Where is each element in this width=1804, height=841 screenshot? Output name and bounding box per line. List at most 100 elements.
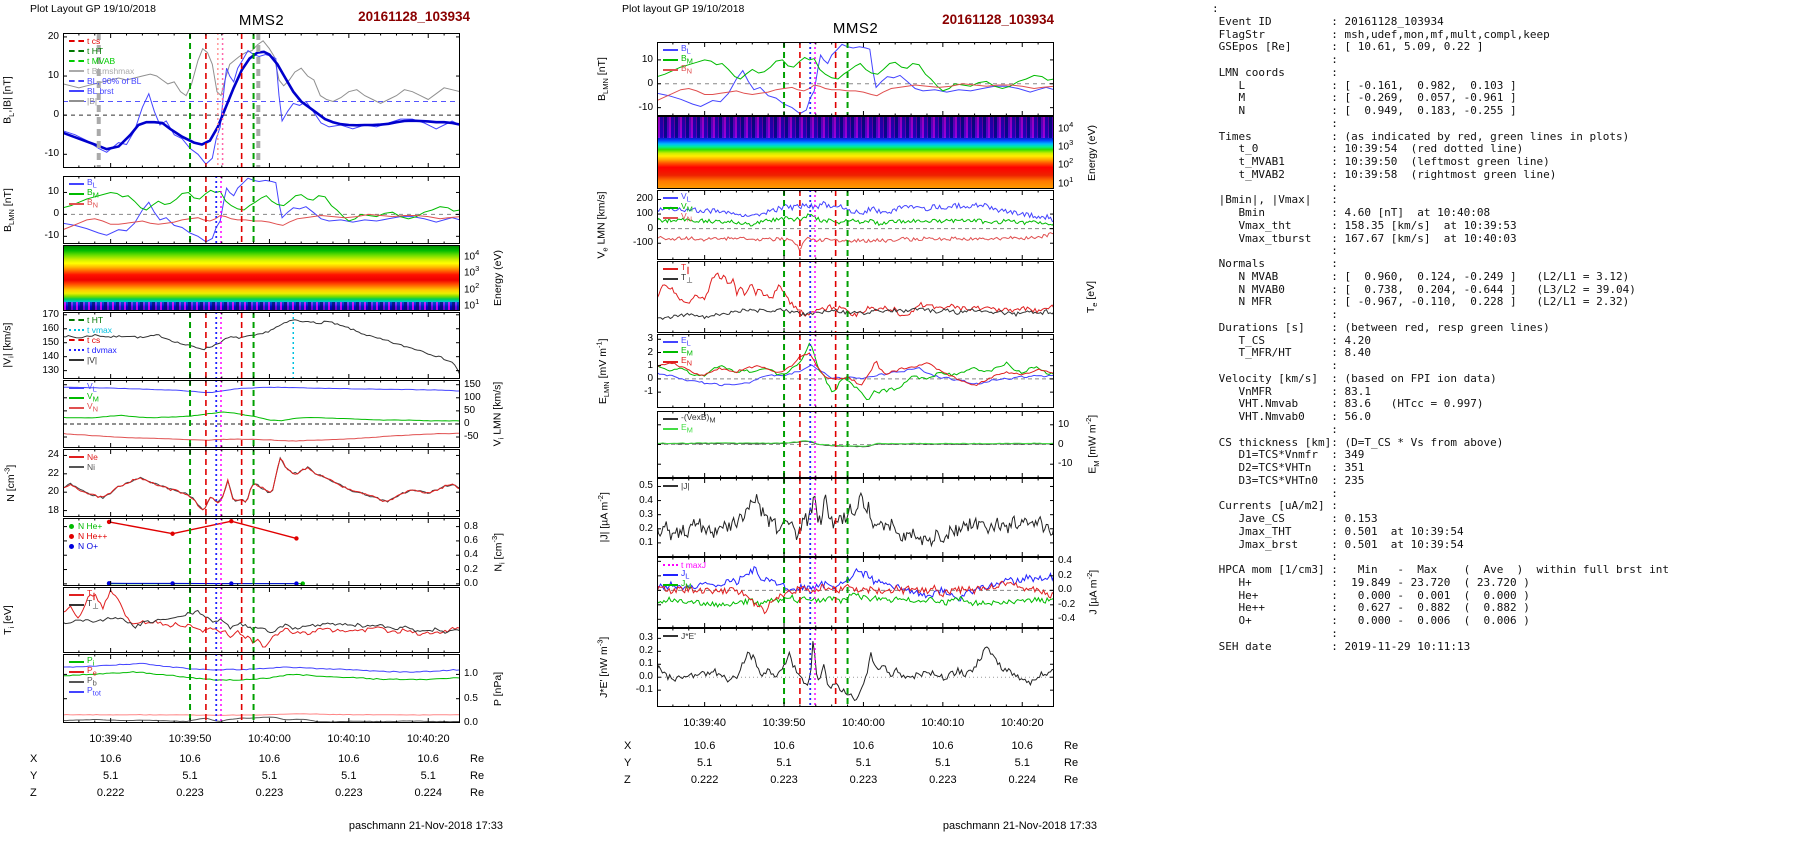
legend-entry: t vmax bbox=[69, 325, 117, 335]
legend-label: T⊥ bbox=[87, 598, 99, 611]
legend-entry: BN bbox=[663, 63, 693, 76]
legend-marker bbox=[69, 543, 74, 549]
legend-line-sample bbox=[663, 59, 678, 61]
legend-entry: T⊥ bbox=[69, 598, 99, 611]
ephemeris-value: 0.223 bbox=[255, 787, 284, 799]
ephemeris-value: 10.6 bbox=[179, 753, 201, 765]
right-axis-label: Ni [cm-3] bbox=[489, 532, 507, 572]
legend-line-sample bbox=[663, 278, 678, 280]
legend-line-sample bbox=[69, 691, 84, 693]
legend: t HT t vmax t cs t dvmax |V| bbox=[69, 315, 117, 365]
ephemeris-unit: Re bbox=[470, 753, 485, 765]
legend-marker bbox=[69, 533, 74, 539]
y-tick-label: 10 bbox=[47, 186, 59, 198]
legend-entry: |V| bbox=[69, 355, 117, 365]
y-axis-label-wrap: Ti [eV] bbox=[1, 587, 17, 653]
legend-line-sample bbox=[69, 60, 84, 62]
y-tick-label: 0 bbox=[647, 222, 653, 234]
legend-entry: t HT bbox=[69, 315, 117, 325]
legend: J*E' bbox=[663, 631, 696, 641]
ephemeris-unit: Re bbox=[470, 787, 485, 799]
y-axis-label-wrap: Ve LMN [km/s] bbox=[595, 190, 611, 260]
legend-label: t dvmax bbox=[87, 345, 117, 355]
y-axis-label: BLMN [nT] bbox=[1, 188, 17, 232]
y-tick-label: 0.1 bbox=[639, 536, 653, 548]
ephemeris-value: 0.222 bbox=[96, 787, 125, 799]
y-tick-label: 0 bbox=[53, 109, 59, 121]
y-tick-label: 0.2 bbox=[639, 645, 653, 657]
ephemeris-value: 10.6 bbox=[99, 753, 122, 765]
ephemeris-unit: Re bbox=[470, 770, 485, 782]
legend: VL VM VN bbox=[663, 191, 693, 224]
ephemeris-unit: Re bbox=[1064, 740, 1079, 752]
ephemeris-value: 10.6 bbox=[258, 753, 281, 765]
legend-label: t vmax bbox=[87, 325, 113, 335]
ephemeris-value: 10.6 bbox=[1011, 740, 1033, 752]
legend-line-sample bbox=[663, 564, 678, 566]
panel-ele-6: -(VexB)M EM bbox=[657, 411, 1054, 478]
ephemeris-value: 0.224 bbox=[1008, 774, 1036, 786]
y-tick-label: 160 bbox=[42, 322, 59, 334]
y-axis-label: ELMN [mV m-1] bbox=[594, 338, 612, 404]
ephemeris-row-label: Y bbox=[624, 757, 632, 769]
right-axis-label-wrap: Vi LMN [km/s] bbox=[490, 380, 506, 448]
legend-entry: N He+ bbox=[69, 521, 107, 531]
legend-line-sample bbox=[69, 681, 84, 683]
legend-line-sample bbox=[663, 428, 678, 430]
ephemeris-row-label: Z bbox=[30, 787, 37, 799]
panel-ion-1: t cs t HT t MVAB t BLmshmax BL, 90% of BL BL … bbox=[63, 33, 460, 168]
y-axis-label-wrap: BLMN [nT] bbox=[1, 176, 17, 244]
ephemeris-value: 0.224 bbox=[414, 787, 442, 799]
time-tick-label: 10:39:40 bbox=[89, 733, 133, 745]
time-tick-label: 10:39:50 bbox=[168, 733, 212, 745]
ephemeris-row-label: Z bbox=[624, 774, 631, 786]
y-axis-label: Ti [eV] bbox=[1, 605, 17, 635]
y-tick-label: 0.3 bbox=[639, 632, 653, 644]
panel-ele-3: VL VM VN bbox=[657, 190, 1054, 260]
y-tick-label: 2 bbox=[647, 346, 653, 358]
legend-label: VN bbox=[87, 401, 99, 414]
ephemeris-value: 10.6 bbox=[852, 740, 875, 752]
legend: t maxJ JL JM bbox=[663, 560, 706, 591]
ephemeris-value: 0.223 bbox=[176, 787, 204, 799]
panel-ele-8: t maxJ JL JM bbox=[657, 557, 1054, 628]
ephemeris-value: 10.6 bbox=[417, 753, 439, 765]
panel-ion-4: t HT t vmax t cs t dvmax |V| bbox=[63, 312, 460, 379]
credit: paschmann 21-Nov-2018 17:33 bbox=[348, 820, 503, 832]
legend-label: |B| bbox=[87, 96, 98, 106]
legend-entry: BL, 90% of BL bbox=[69, 76, 141, 86]
legend-entry: T⊥ bbox=[663, 272, 693, 285]
y-axis-label-wrap: BL,|B| [nT] bbox=[1, 33, 17, 168]
y-axis-label-wrap: BLMN [nT] bbox=[595, 42, 611, 116]
ephemeris-value: 0.222 bbox=[690, 774, 719, 786]
ephemeris-value: 5.1 bbox=[1014, 757, 1030, 769]
ephemeris-value: 5.1 bbox=[420, 770, 436, 782]
legend-line-sample bbox=[69, 203, 84, 205]
legend-entry: Ptot bbox=[69, 685, 101, 698]
legend-entry: |J| bbox=[663, 481, 690, 491]
legend: |J| bbox=[663, 481, 690, 491]
legend-line-sample bbox=[663, 49, 678, 51]
legend-entry: BL brst bbox=[69, 86, 141, 96]
legend-entry: t BLmshmax bbox=[69, 66, 141, 76]
time-tick-label: 10:39:40 bbox=[683, 717, 727, 729]
legend-label: BL, 90% of BL bbox=[87, 76, 142, 86]
spectrogram-noise bbox=[658, 117, 1053, 139]
legend-line-sample bbox=[69, 329, 84, 331]
event-id: 20161128_103934 bbox=[942, 12, 1054, 27]
y-tick-label: 0.2 bbox=[639, 522, 653, 534]
y-tick-label: 0.3 bbox=[639, 508, 653, 520]
legend: Pi Pe Pb Ptot bbox=[69, 655, 101, 698]
y-tick-label: 18 bbox=[47, 504, 59, 516]
y-tick-label: 150 bbox=[42, 336, 59, 348]
time-tick-label: 10:40:10 bbox=[327, 733, 371, 745]
legend-entry: t cs bbox=[69, 36, 141, 46]
y-tick-label: -10 bbox=[44, 230, 59, 242]
legend-marker bbox=[69, 523, 74, 529]
ephemeris-unit: Re bbox=[1064, 757, 1079, 769]
right-axis-label: EM [mW m-2] bbox=[1083, 414, 1101, 475]
y-axis-label: N [cm-3] bbox=[1, 464, 17, 502]
ephemeris-value: 10.6 bbox=[338, 753, 360, 765]
legend-entry: Ne bbox=[69, 452, 98, 462]
y-tick-label: 10 bbox=[47, 70, 59, 82]
